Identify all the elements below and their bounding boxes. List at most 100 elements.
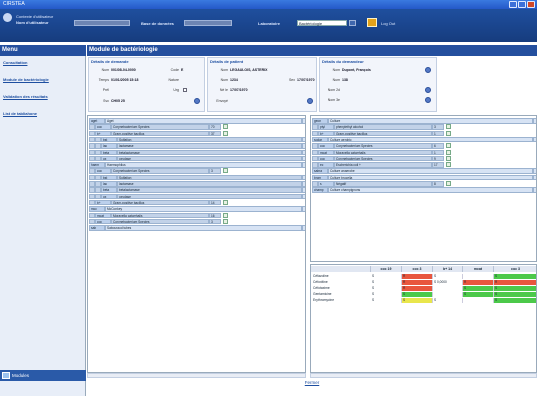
- tree-edit-icon[interactable]: [446, 130, 451, 136]
- modules-button[interactable]: Modules: [0, 370, 86, 381]
- tree-row[interactable]: ox oxydase: [89, 155, 305, 162]
- tree-edit-icon[interactable]: [223, 218, 228, 224]
- susceptibility-cell[interactable]: [463, 274, 494, 279]
- tree-row[interactable]: bst Sulfation: [89, 174, 305, 181]
- tree-row[interactable]: b+ Gram-positive bacillus 1: [312, 130, 536, 137]
- service-lookup-icon[interactable]: [194, 98, 200, 104]
- tree-row[interactable]: brcm Culture brucella: [312, 174, 536, 181]
- tree-row[interactable]: ptyl phenylethyl alcohol 3: [312, 124, 536, 130]
- grid-row[interactable]: Gentamicine S S S S: [311, 292, 536, 297]
- susceptibility-cell[interactable]: S: [494, 292, 536, 297]
- susceptibility-cell[interactable]: S: [371, 280, 402, 285]
- tree-row[interactable]: ec Escherichia coli +17: [312, 162, 536, 168]
- laboratory-select[interactable]: Bactériologie: [297, 20, 347, 26]
- tree-row[interactable]: mcc McConkey: [89, 206, 305, 212]
- tree-row[interactable]: ox oxydase: [89, 193, 305, 200]
- username-input[interactable]: [74, 20, 130, 26]
- grid-column-header[interactable]: mcat: [463, 266, 494, 272]
- grid-row[interactable]: Céfotaxime S R S S: [311, 286, 536, 291]
- tree-row[interactable]: mcat Moraxella catarrhalis 16: [89, 212, 305, 218]
- close-button[interactable]: [527, 1, 535, 8]
- tree-row[interactable]: haem Haemophilus: [89, 162, 305, 168]
- tree-row[interactable]: coc Corynebacterium Species 6: [312, 143, 536, 149]
- susceptibility-cell[interactable]: S: [371, 286, 402, 291]
- tree-edit-icon[interactable]: [446, 155, 451, 161]
- susceptibility-cell[interactable]: S: [494, 274, 536, 279]
- grid-row[interactable]: Céfazoline S R S S: [311, 274, 536, 279]
- tree-row[interactable]: coc Corynebacterium Species 3: [89, 168, 305, 174]
- tree-row[interactable]: b+ Gram-positive bacillus 14: [89, 199, 305, 206]
- tree-edit-icon[interactable]: [223, 130, 228, 136]
- tree-edit-icon[interactable]: [446, 143, 451, 149]
- susceptibility-cell[interactable]: S 0,0000: [433, 280, 463, 285]
- third-requester-lookup-icon[interactable]: [425, 97, 431, 103]
- susceptibility-cell[interactable]: S: [433, 274, 463, 279]
- tree-row[interactable]: beta betalactamase: [89, 187, 305, 193]
- tree-edit-icon[interactable]: [223, 212, 228, 218]
- susceptibility-cell[interactable]: S: [371, 298, 402, 303]
- logout-icon[interactable]: [367, 18, 377, 27]
- tree-edit-icon[interactable]: [446, 181, 451, 186]
- tree-edit-icon[interactable]: [223, 168, 228, 174]
- tree-row[interactable]: sodar Culture aerobic: [312, 136, 536, 143]
- susceptibility-cell[interactable]: S: [494, 286, 536, 291]
- tree-row[interactable]: bst Sulfation: [89, 136, 305, 143]
- sidebar-item-bacteriology[interactable]: Module de bactériologie: [3, 77, 49, 82]
- tree-edit-icon[interactable]: [446, 162, 451, 168]
- susceptibility-cell[interactable]: [433, 292, 463, 297]
- tree-row[interactable]: champ Culture champignons: [312, 187, 536, 193]
- tree-row[interactable]: aget Aget: [89, 118, 305, 124]
- requester-lookup-icon[interactable]: [425, 67, 431, 73]
- susceptibility-cell[interactable]: R: [463, 280, 494, 285]
- tree-edit-icon[interactable]: [223, 199, 228, 205]
- susceptibility-cell[interactable]: S: [463, 286, 494, 291]
- laboratory-go-button[interactable]: [349, 20, 356, 26]
- susceptibility-cell[interactable]: [463, 298, 494, 303]
- tree-row[interactable]: coc Corynebacterium Species 3: [89, 218, 305, 225]
- tree-row[interactable]: geon Culture: [312, 118, 536, 124]
- susceptibility-cell[interactable]: S: [402, 292, 433, 297]
- grid-column-header[interactable]: coc 3: [402, 266, 433, 272]
- sidebar-item-validation[interactable]: Validation des résultats: [3, 94, 48, 99]
- tree-edit-icon[interactable]: [446, 149, 451, 155]
- tree-row[interactable]: lac lactamase: [89, 143, 305, 149]
- tree-row[interactable]: coc Corynebacterium Species 70: [89, 124, 305, 130]
- second-requester-lookup-icon[interactable]: [425, 87, 431, 93]
- tree-row[interactable]: sabra Culture anaerobe: [312, 168, 536, 174]
- maximize-button[interactable]: [518, 1, 526, 8]
- sidebar-item-list[interactable]: List de tabliahone: [3, 111, 37, 116]
- tree-row[interactable]: beta betalactamase: [89, 149, 305, 155]
- close-link[interactable]: Fermer: [305, 380, 320, 385]
- susceptibility-cell[interactable]: S: [463, 292, 494, 297]
- tree-row[interactable]: s Négatif 8: [312, 181, 536, 187]
- grid-column-header[interactable]: coc 19: [371, 266, 402, 272]
- susceptibility-cell[interactable]: S: [371, 292, 402, 297]
- tree-filler-cell: [302, 181, 305, 187]
- grid-row[interactable]: Céfoxitine S R S 0,0000 R R: [311, 280, 536, 285]
- susceptibility-cell[interactable]: S: [371, 274, 402, 279]
- tree-row[interactable]: mcat Moraxella catarrhalis 1: [312, 149, 536, 155]
- grid-column-header[interactable]: b+ 14: [433, 266, 463, 272]
- grid-column-header[interactable]: coc 3: [494, 266, 536, 272]
- susceptibility-cell[interactable]: R: [494, 280, 536, 285]
- susceptibility-cell[interactable]: S: [494, 298, 536, 303]
- susceptibility-cell[interactable]: R: [402, 274, 433, 279]
- susceptibility-cell[interactable]: R: [402, 286, 433, 291]
- urgent-checkbox[interactable]: [183, 88, 187, 92]
- tree-edit-icon[interactable]: [223, 124, 228, 130]
- susceptibility-cell[interactable]: [433, 286, 463, 291]
- susceptibility-cell[interactable]: R: [402, 280, 433, 285]
- patient-lookup-icon[interactable]: [307, 98, 313, 104]
- grid-row[interactable]: Erythromycine S S S S: [311, 298, 536, 303]
- susceptibility-cell[interactable]: S: [433, 298, 463, 303]
- database-input[interactable]: [184, 20, 232, 26]
- minimize-button[interactable]: [509, 1, 517, 8]
- tree-edit-icon[interactable]: [446, 124, 451, 130]
- tree-row[interactable]: sab Sabouraud tubes: [89, 225, 305, 231]
- sidebar-item-consultation[interactable]: Consultation: [3, 60, 27, 65]
- tree-row[interactable]: lac lactamase: [89, 181, 305, 187]
- tree-row[interactable]: b+ Gram-positive bacillus 37: [89, 130, 305, 137]
- tree-row[interactable]: coc Corynebacterium Species 9: [312, 155, 536, 162]
- logout-link[interactable]: Log Out: [381, 21, 395, 26]
- susceptibility-cell[interactable]: S: [402, 298, 433, 303]
